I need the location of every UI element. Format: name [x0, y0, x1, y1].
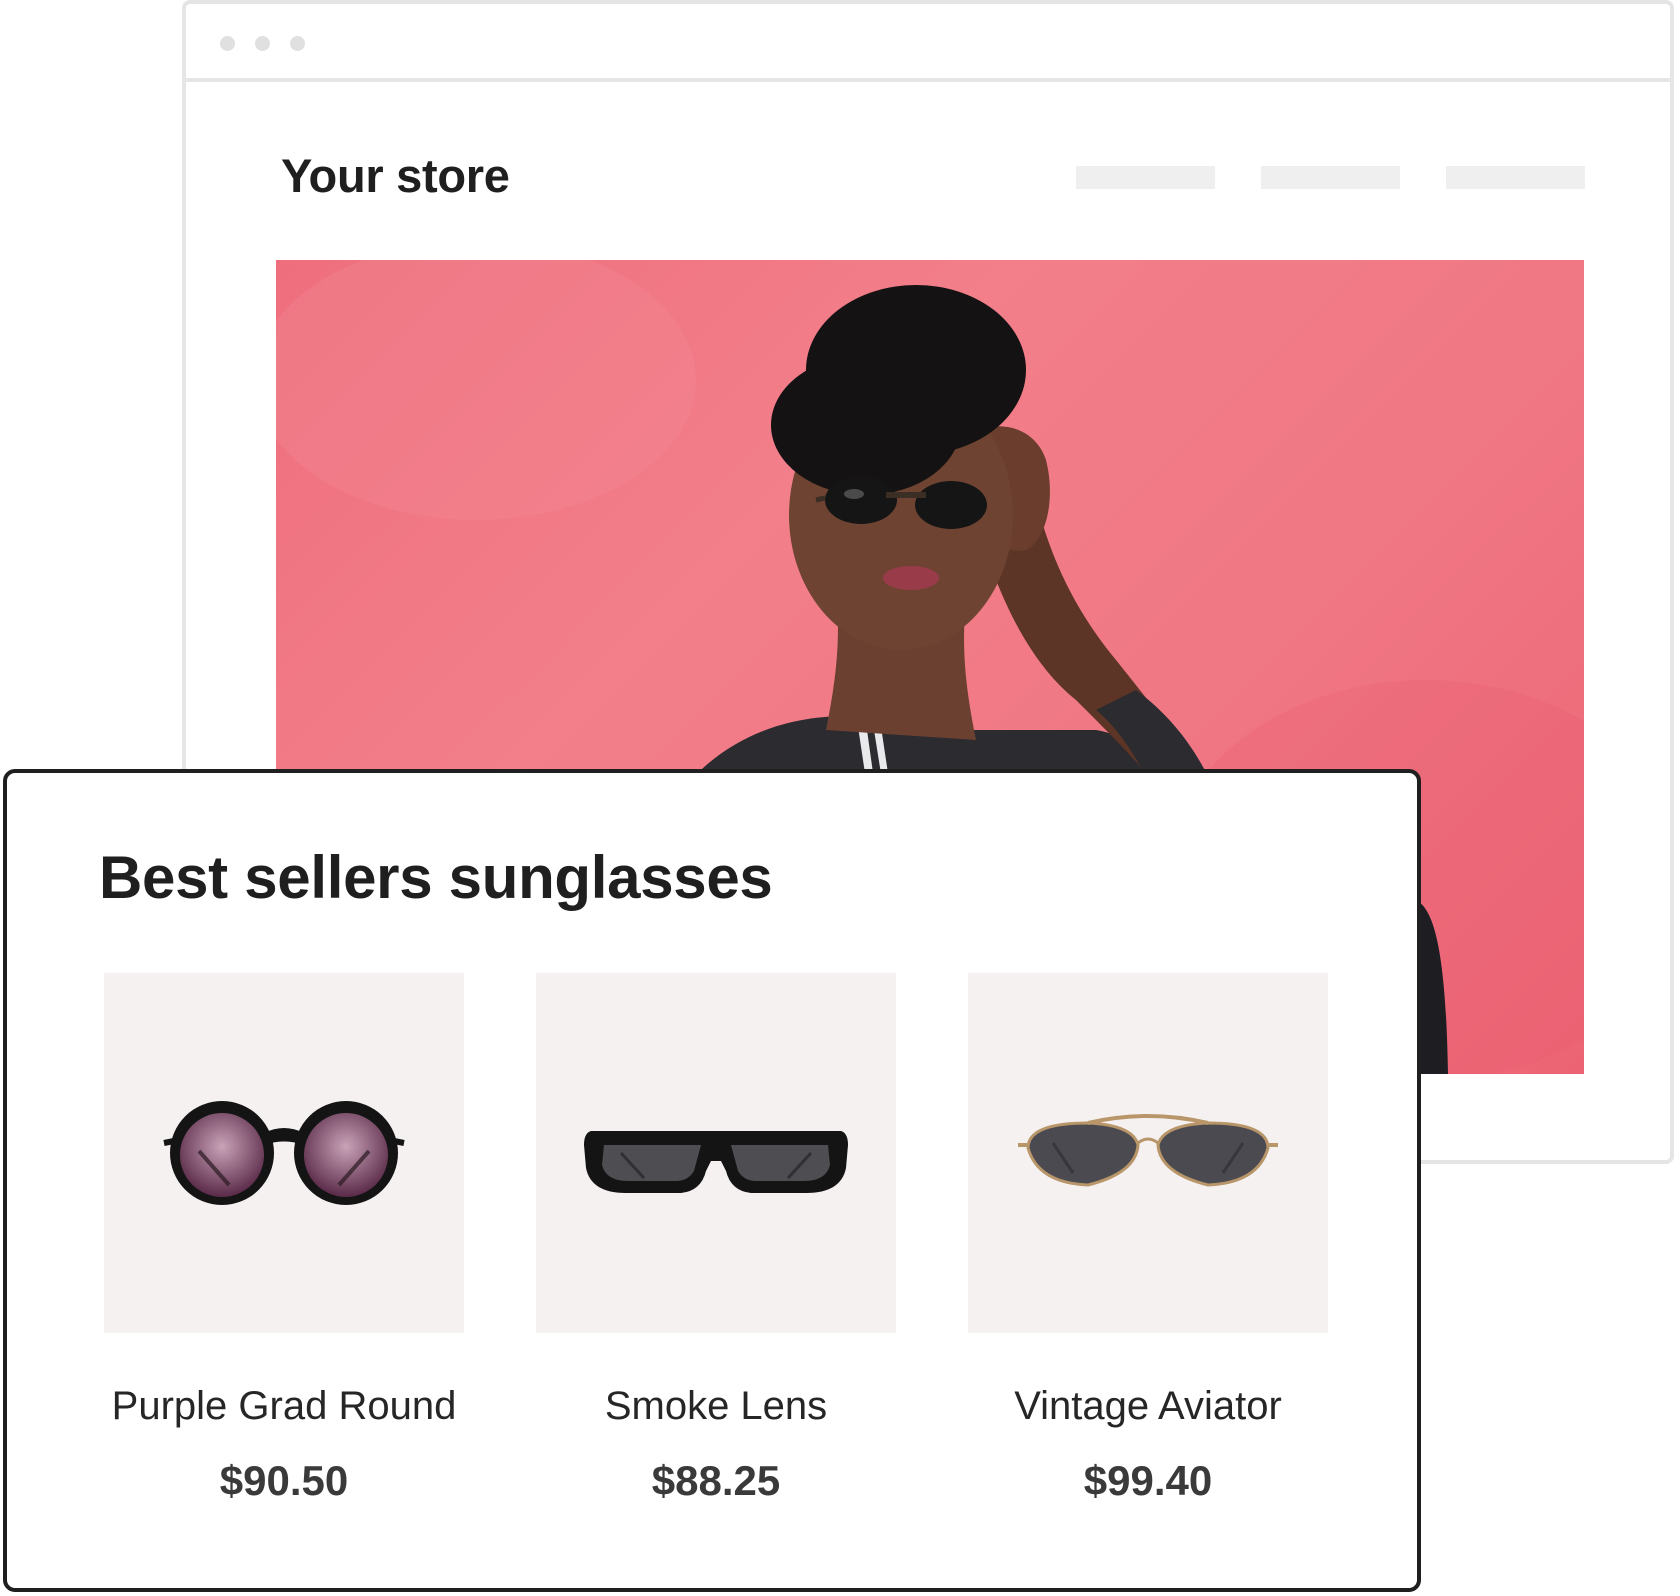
- window-dot-icon: [220, 36, 235, 51]
- product-image[interactable]: [968, 973, 1328, 1333]
- product-price: $90.50: [219, 1457, 349, 1504]
- window-dot-icon: [290, 36, 305, 51]
- rectangular-sunglasses-icon: [584, 1131, 848, 1193]
- best-sellers-panel: Best sellers sunglasses Purple Grad Roun…: [3, 769, 1421, 1592]
- aviator-sunglasses-icon: [1018, 1114, 1278, 1187]
- product-card[interactable]: Purple Grad Round $90.50: [104, 973, 464, 1504]
- product-price: $99.40: [1083, 1457, 1213, 1504]
- window-dot-icon: [255, 36, 270, 51]
- product-card[interactable]: Smoke Lens $88.25: [536, 973, 896, 1504]
- product-name[interactable]: Purple Grad Round: [44, 1384, 524, 1429]
- best-sellers-title: Best sellers sunglasses: [99, 844, 773, 911]
- product-name[interactable]: Smoke Lens: [476, 1384, 956, 1429]
- store-title: Your store: [281, 149, 510, 202]
- nav-link-placeholder[interactable]: [1446, 166, 1585, 189]
- product-price: $88.25: [651, 1457, 781, 1504]
- round-sunglasses-icon: [163, 1101, 405, 1205]
- product-image[interactable]: [536, 973, 896, 1333]
- nav-link-placeholder[interactable]: [1076, 166, 1215, 189]
- nav-link-placeholder[interactable]: [1261, 166, 1400, 189]
- product-name[interactable]: Vintage Aviator: [908, 1384, 1388, 1429]
- product-card[interactable]: Vintage Aviator $99.40: [968, 973, 1328, 1504]
- product-image[interactable]: [104, 973, 464, 1333]
- browser-title-bar: [186, 4, 1670, 82]
